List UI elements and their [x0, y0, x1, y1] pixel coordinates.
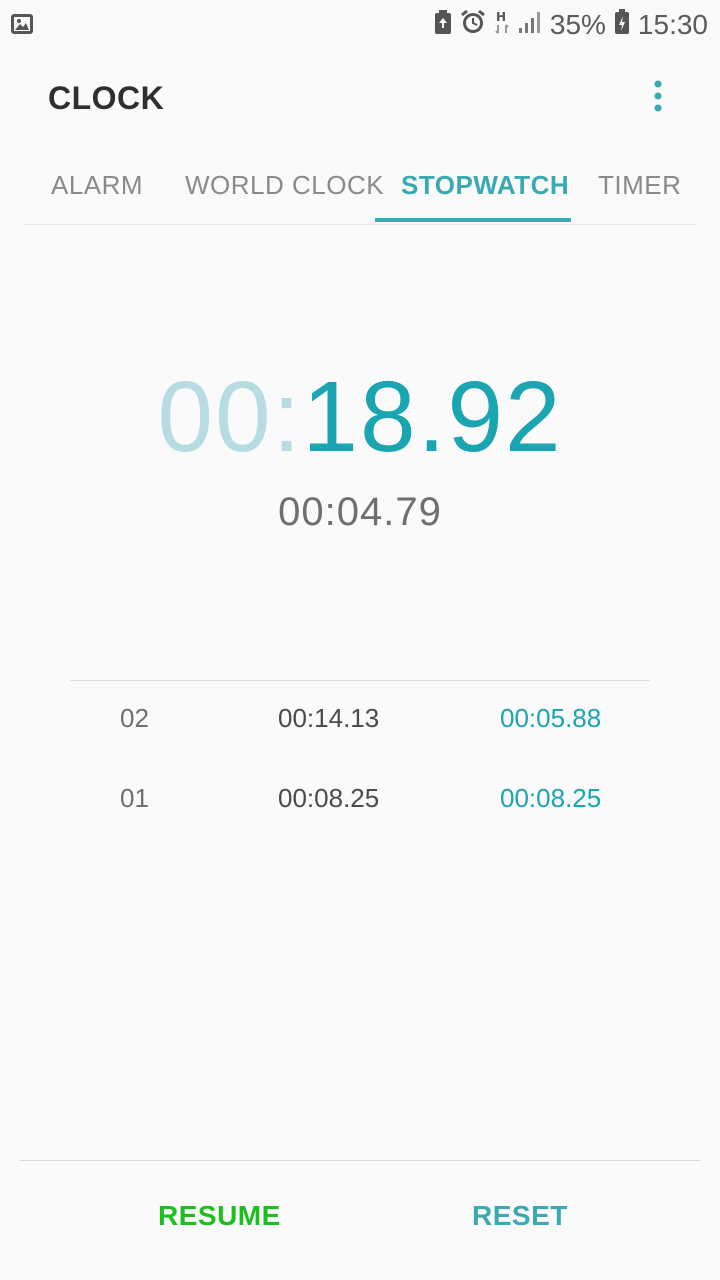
lap-list: 02 00:14.13 00:05.88 01 00:08.25 00:08.2…: [70, 680, 650, 841]
battery-charging-icon: [614, 8, 630, 42]
battery-saver-icon: [434, 9, 452, 41]
tab-bar: ALARM WORLD CLOCK STOPWATCH TIMER: [24, 150, 696, 225]
main-seconds: 18.92: [302, 361, 563, 473]
lap-row: 02 00:14.13 00:05.88: [70, 681, 650, 761]
lap-total-time: 00:14.13: [278, 703, 380, 733]
lap-split-time: 00:05.88: [500, 703, 602, 733]
lap-number: 02: [120, 703, 149, 733]
status-time: 15:30: [637, 9, 708, 40]
svg-text:H: H: [496, 10, 506, 24]
main-separator: :: [272, 361, 303, 473]
active-tab-indicator: [375, 218, 571, 222]
status-bar: H 35% 15:30: [0, 0, 720, 50]
tab-stopwatch[interactable]: STOPWATCH: [401, 170, 569, 201]
current-lap-time: 00:04.79: [278, 490, 442, 534]
resume-button[interactable]: RESUME: [158, 1200, 281, 1232]
tab-world-clock[interactable]: WORLD CLOCK: [185, 170, 384, 201]
app-title: CLOCK: [48, 80, 165, 116]
alarm-icon: [460, 9, 486, 42]
lap-split-time: 00:08.25: [500, 783, 602, 813]
battery-percent: 35%: [549, 9, 606, 40]
lap-total-time: 00:08.25: [278, 783, 380, 813]
tab-timer[interactable]: TIMER: [598, 170, 681, 201]
image-icon: [10, 12, 34, 36]
stopwatch-main-time: 00:18.92: [0, 360, 720, 475]
reset-button[interactable]: RESET: [472, 1200, 568, 1232]
status-icons: H 35% 15:30: [434, 8, 708, 42]
h-network-icon: H: [494, 9, 510, 42]
tab-alarm[interactable]: ALARM: [51, 170, 143, 201]
lap-row: 01 00:08.25 00:08.25: [70, 761, 650, 841]
app-bar: CLOCK: [0, 60, 720, 140]
more-vert-icon[interactable]: [646, 78, 670, 118]
signal-icon: [518, 9, 542, 41]
bottom-divider: [20, 1160, 700, 1161]
lap-number: 01: [120, 783, 149, 813]
main-minutes: 00: [157, 361, 273, 473]
